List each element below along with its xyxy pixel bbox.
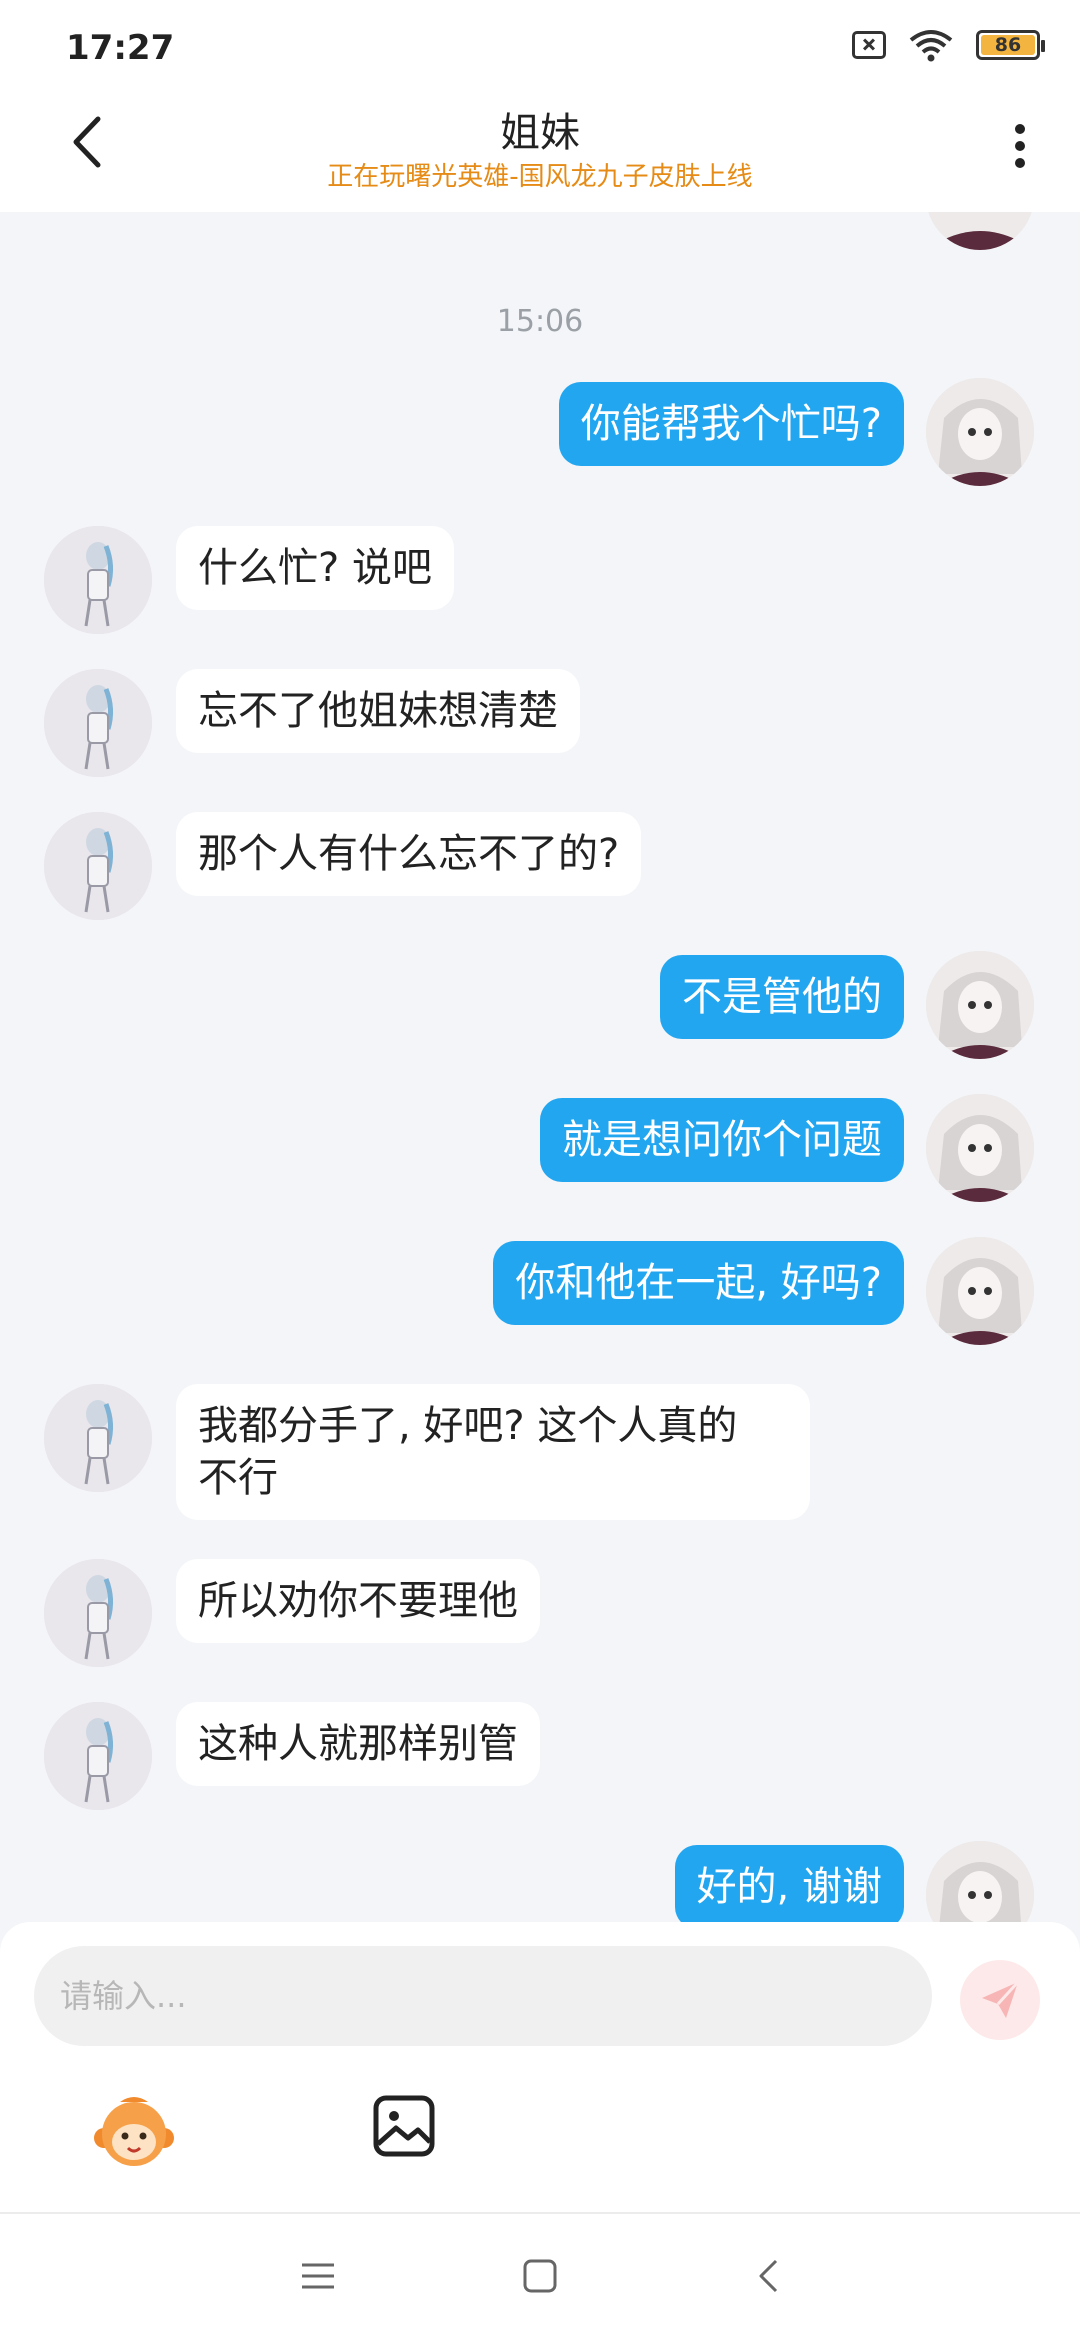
avatar[interactable] (44, 812, 152, 920)
avatar[interactable] (44, 1559, 152, 1667)
battery-icon: 86 (976, 30, 1045, 60)
avatar[interactable] (926, 212, 1034, 250)
more-dot-icon (1015, 158, 1025, 168)
avatar[interactable] (44, 1702, 152, 1810)
chat-message-list[interactable]: 15:06 你能帮我个忙吗? 什么忙? 说吧 忘不了他姐妹想清楚 那个人有什么忘… (0, 212, 1080, 1922)
contact-avatar-icon (44, 1559, 152, 1667)
monkey-sticker-icon (94, 2097, 174, 2166)
self-avatar-icon (926, 1841, 1034, 1922)
avatar[interactable] (926, 951, 1034, 1059)
self-avatar-icon (926, 378, 1034, 486)
contact-avatar-icon (44, 669, 152, 777)
recent-apps-button[interactable] (296, 2254, 340, 2298)
self-avatar-icon (926, 1237, 1034, 1345)
self-avatar-icon (926, 212, 1034, 250)
battery-level: 86 (981, 34, 1035, 56)
message-timestamp: 15:06 (496, 304, 584, 339)
contact-avatar-icon (44, 1702, 152, 1810)
avatar[interactable] (926, 1841, 1034, 1922)
image-button[interactable] (372, 2094, 436, 2158)
message-bubble[interactable]: 就是想问你个问题 (540, 1098, 904, 1182)
no-sim-icon (852, 31, 886, 59)
system-back-button[interactable] (746, 2254, 790, 2298)
message-line: 我都分手了, 好吧? 这个人真的 (198, 1403, 738, 1449)
message-bubble[interactable]: 忘不了他姐妹想清楚 (176, 669, 580, 753)
send-button[interactable] (960, 1960, 1040, 2040)
message-bubble[interactable]: 你和他在一起, 好吗? (493, 1241, 904, 1325)
page-title: 姐妹 (500, 110, 580, 156)
image-icon (373, 2095, 435, 2157)
message-bubble[interactable]: 那个人有什么忘不了的? (176, 812, 642, 896)
avatar[interactable] (44, 1384, 152, 1492)
message-bubble[interactable]: 我都分手了, 好吧? 这个人真的 不行 (176, 1384, 810, 1520)
status-icons: 86 (852, 28, 1045, 62)
avatar[interactable] (44, 526, 152, 634)
home-button[interactable] (518, 2254, 562, 2298)
message-bubble[interactable]: 所以劝你不要理他 (176, 1559, 540, 1643)
status-time: 17:27 (66, 28, 175, 68)
chat-header: 姐妹 正在玩曙光英雄-国风龙九子皮肤上线 (0, 90, 1080, 212)
send-icon (982, 1980, 1020, 2018)
more-dot-icon (1015, 141, 1025, 151)
avatar[interactable] (926, 1237, 1034, 1345)
contact-avatar-icon (44, 1384, 152, 1492)
message-input[interactable]: 请输入... (34, 1946, 932, 2046)
contact-status: 正在玩曙光英雄-国风龙九子皮肤上线 (327, 162, 753, 192)
self-avatar-icon (926, 1094, 1034, 1202)
self-avatar-icon (926, 951, 1034, 1059)
menu-icon (302, 2263, 334, 2289)
message-bubble[interactable]: 你能帮我个忙吗? (558, 382, 904, 466)
more-options-button[interactable] (1000, 114, 1040, 178)
message-line: 不行 (198, 1455, 278, 1501)
avatar[interactable] (926, 378, 1034, 486)
back-triangle-icon (759, 2259, 778, 2293)
sticker-button[interactable] (92, 2092, 176, 2176)
avatar[interactable] (926, 1094, 1034, 1202)
message-bubble[interactable]: 好的, 谢谢 (674, 1845, 904, 1922)
home-square-icon (523, 2259, 557, 2293)
contact-avatar-icon (44, 812, 152, 920)
message-bubble[interactable]: 什么忙? 说吧 (176, 526, 454, 610)
composer-panel: 请输入... (0, 1922, 1080, 2212)
wifi-icon (909, 30, 953, 62)
message-bubble[interactable]: 这种人就那样别管 (176, 1702, 540, 1786)
more-dot-icon (1015, 124, 1025, 134)
status-bar: 17:27 86 (0, 0, 1080, 90)
avatar[interactable] (44, 669, 152, 777)
contact-avatar-icon (44, 526, 152, 634)
system-nav-bar (0, 2212, 1080, 2340)
message-bubble[interactable]: 不是管他的 (660, 955, 904, 1039)
